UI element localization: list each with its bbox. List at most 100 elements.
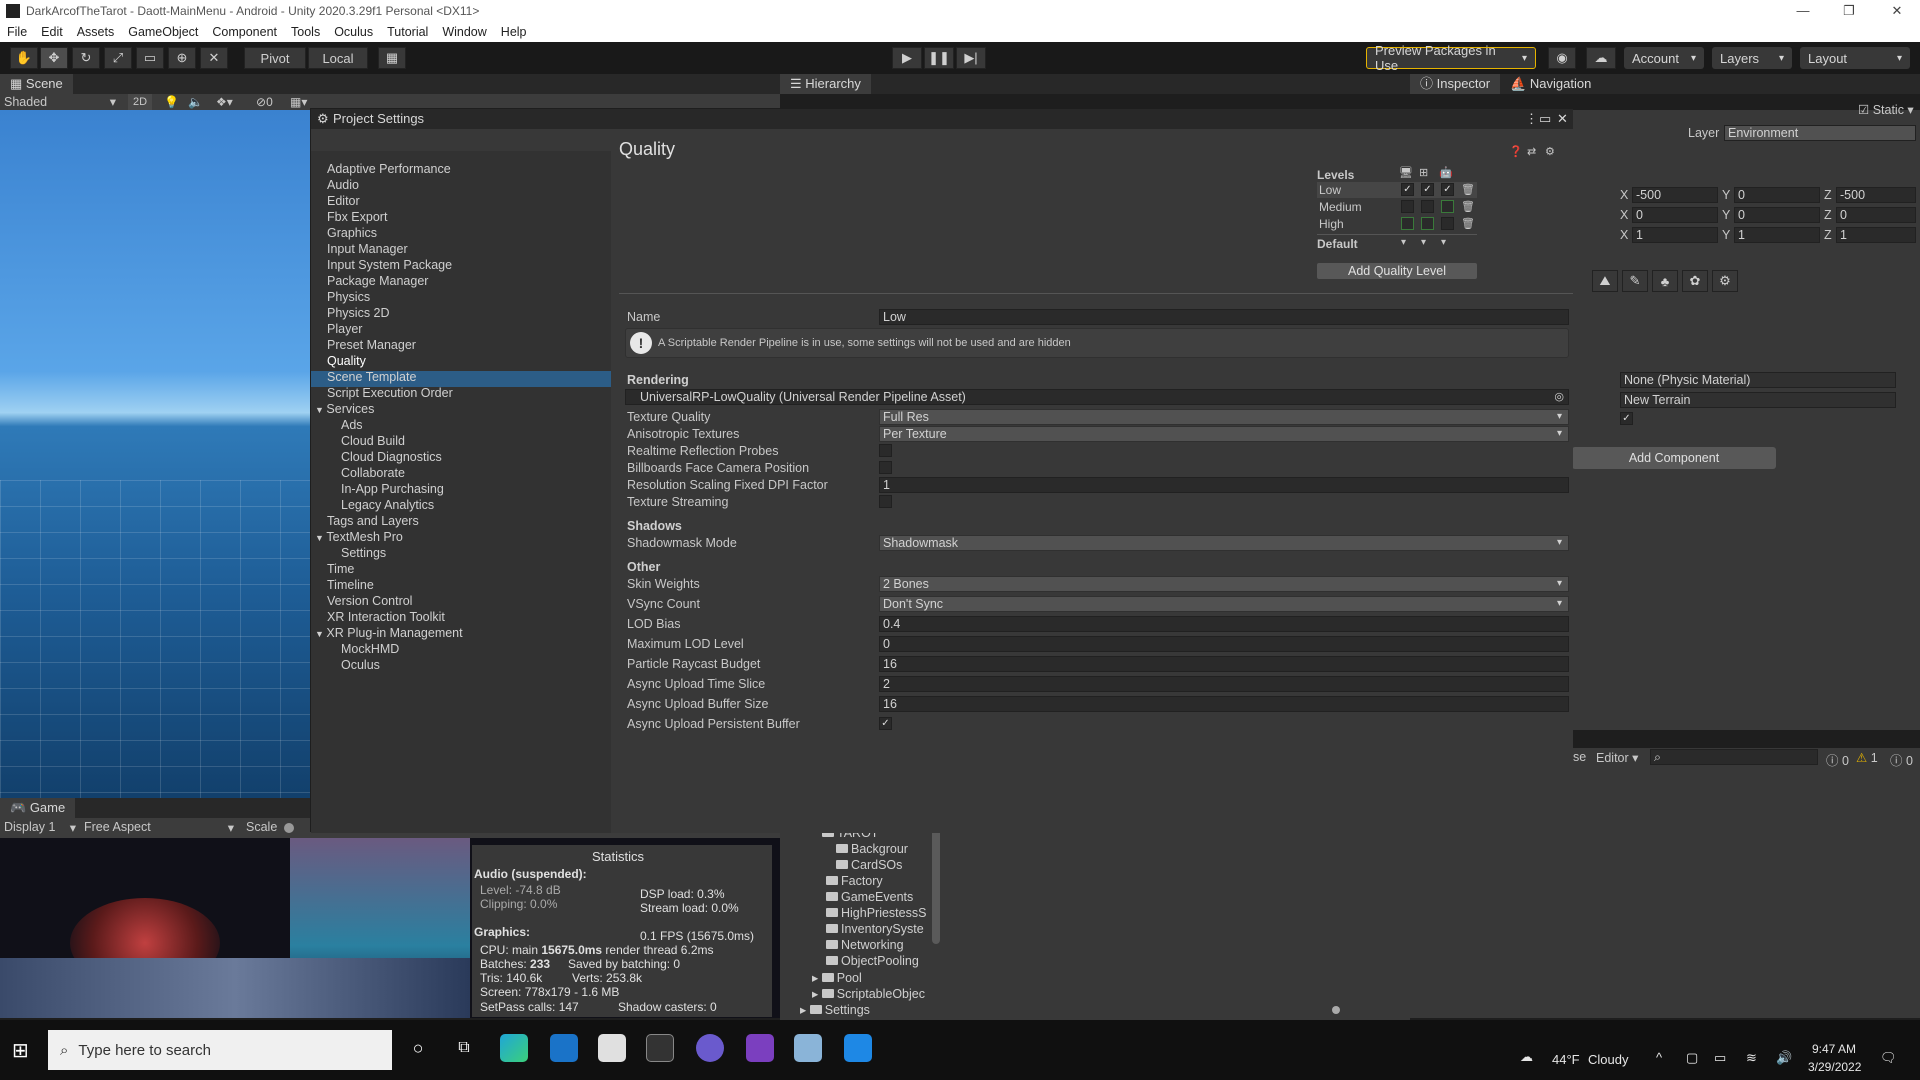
- async-buffer-size-field[interactable]: 16: [879, 696, 1569, 712]
- project-item-pool[interactable]: ▸ Pool: [812, 970, 862, 985]
- warning-count[interactable]: ⚠ 1: [1856, 750, 1878, 765]
- project-item-inventory[interactable]: InventorySyste: [826, 922, 924, 936]
- sidebar-item-adaptive-performance[interactable]: Adaptive Performance: [327, 161, 451, 177]
- grid-snap-icon[interactable]: ▦: [378, 47, 406, 69]
- clock-date[interactable]: 3/29/2022: [1808, 1060, 1861, 1074]
- scale-slider-handle[interactable]: [284, 823, 294, 833]
- level-checkbox[interactable]: [1401, 217, 1414, 230]
- delete-level-icon[interactable]: 🗑: [1461, 200, 1475, 213]
- sidebar-item-physics-2d[interactable]: Physics 2D: [327, 305, 390, 321]
- aspect-dropdown[interactable]: Free Aspect ▾: [84, 820, 234, 835]
- window-close-icon[interactable]: ✕: [1557, 111, 1568, 127]
- project-item-settings[interactable]: ▸ Settings: [800, 1002, 870, 1017]
- level-checkbox[interactable]: ✓: [1401, 183, 1414, 196]
- sidebar-item-player[interactable]: Player: [327, 321, 362, 337]
- sidebar-item-ads[interactable]: Ads: [341, 417, 363, 433]
- sidebar-item-graphics[interactable]: Graphics: [327, 225, 377, 241]
- sidebar-item-scene-template[interactable]: Scene Template: [327, 369, 416, 385]
- sidebar-item-xr-interaction-toolkit[interactable]: XR Interaction Toolkit: [327, 609, 445, 625]
- scale-y-field[interactable]: 1: [1734, 227, 1820, 243]
- account-dropdown[interactable]: Account: [1624, 47, 1704, 69]
- scale-z-field[interactable]: 1: [1836, 227, 1916, 243]
- rect-tool-icon[interactable]: ▭: [136, 47, 164, 69]
- menu-file[interactable]: File: [0, 25, 34, 39]
- rot-y-field[interactable]: 0: [1734, 207, 1820, 223]
- delete-level-icon[interactable]: 🗑: [1461, 183, 1475, 196]
- menu-tutorial[interactable]: Tutorial: [380, 25, 435, 39]
- object-picker-icon[interactable]: ◎: [1554, 390, 1564, 404]
- settings-gear-icon[interactable]: ⚙: [1545, 145, 1555, 158]
- sidebar-item-editor[interactable]: Editor: [327, 193, 360, 209]
- terrain-enabled-checkbox[interactable]: ✓: [1620, 412, 1633, 425]
- async-time-slice-field[interactable]: 2: [879, 676, 1569, 692]
- message-count[interactable]: ⓘ 0: [1890, 750, 1913, 769]
- shadowmask-dropdown[interactable]: Shadowmask: [879, 535, 1569, 551]
- discord-icon[interactable]: [696, 1034, 724, 1062]
- sidebar-item-input-manager[interactable]: Input Manager: [327, 241, 408, 257]
- sidebar-item-xr-plugin-management[interactable]: ▼ XR Plug-in Management: [315, 625, 463, 641]
- sidebar-item-collaborate[interactable]: Collaborate: [341, 465, 405, 481]
- default-dropdown-standalone[interactable]: ▾: [1401, 237, 1406, 248]
- hand-tool-icon[interactable]: ✋: [10, 47, 38, 69]
- console-search[interactable]: ⌕: [1650, 749, 1818, 765]
- collab-icon[interactable]: ◉: [1548, 47, 1576, 69]
- sidebar-item-textmesh-pro[interactable]: ▼ TextMesh Pro: [315, 529, 403, 545]
- menu-component[interactable]: Component: [205, 25, 284, 39]
- pause-button[interactable]: ❚❚: [924, 47, 954, 69]
- level-row-medium[interactable]: Medium 🗑: [1317, 199, 1477, 215]
- tray-chevron-icon[interactable]: ^: [1656, 1050, 1662, 1065]
- async-persistent-buffer-checkbox[interactable]: ✓: [879, 717, 892, 730]
- pos-z-field[interactable]: -500: [1836, 187, 1916, 203]
- scale-tool-icon[interactable]: ⤢: [104, 47, 132, 69]
- taskbar-search-input[interactable]: ⌕ Type here to search: [48, 1030, 392, 1070]
- sidebar-item-oculus[interactable]: Oculus: [341, 657, 380, 673]
- files-icon[interactable]: [794, 1034, 822, 1062]
- pos-y-field[interactable]: 0: [1734, 187, 1820, 203]
- project-item-factory[interactable]: Factory: [826, 874, 883, 888]
- menu-window[interactable]: Window: [435, 25, 493, 39]
- sidebar-item-tmp-settings[interactable]: Settings: [341, 545, 386, 561]
- menu-edit[interactable]: Edit: [34, 25, 70, 39]
- particle-raycast-field[interactable]: 16: [879, 656, 1569, 672]
- tab-game[interactable]: 🎮 Game: [0, 798, 76, 818]
- sidebar-item-preset-manager[interactable]: Preset Manager: [327, 337, 416, 353]
- notifications-icon[interactable]: 🗨: [1880, 1050, 1897, 1066]
- project-item-cardsos[interactable]: CardSOs: [836, 858, 902, 872]
- cloud-icon[interactable]: ☁: [1586, 47, 1616, 69]
- level-row-low[interactable]: Low ✓ ✓ ✓ 🗑: [1317, 182, 1477, 198]
- delete-level-icon[interactable]: 🗑: [1461, 217, 1475, 230]
- texture-streaming-checkbox[interactable]: [879, 495, 892, 508]
- project-item-background[interactable]: Backgrour: [836, 842, 908, 856]
- tab-navigation[interactable]: ⛵ Navigation: [1500, 74, 1602, 94]
- help-icon[interactable]: ❓: [1509, 145, 1523, 158]
- physic-material-field[interactable]: None (Physic Material): [1620, 372, 1896, 388]
- vsync-dropdown[interactable]: Don't Sync: [879, 596, 1569, 612]
- sidebar-item-audio[interactable]: Audio: [327, 177, 359, 193]
- shading-dropdown[interactable]: Shaded ▾: [4, 94, 116, 110]
- level-row-high[interactable]: High 🗑: [1317, 216, 1477, 232]
- tree-icon[interactable]: ♣: [1652, 270, 1678, 292]
- terrain-data-field[interactable]: New Terrain: [1620, 392, 1896, 408]
- menu-assets[interactable]: Assets: [70, 25, 122, 39]
- tab-scene[interactable]: ▦ Scene: [0, 74, 73, 94]
- sidebar-item-timeline[interactable]: Timeline: [327, 577, 374, 593]
- maximize-button[interactable]: ❐: [1826, 0, 1872, 22]
- local-toggle[interactable]: Local: [308, 47, 368, 69]
- layout-dropdown[interactable]: Layout: [1800, 47, 1910, 69]
- rotate-tool-icon[interactable]: ↻: [72, 47, 100, 69]
- 2d-toggle[interactable]: 2D: [128, 94, 152, 110]
- level-checkbox[interactable]: ✓: [1421, 183, 1434, 196]
- pos-x-field[interactable]: -500: [1632, 187, 1718, 203]
- audio-icon[interactable]: 🔈: [188, 94, 203, 110]
- grid-icon[interactable]: ▦▾: [290, 94, 307, 110]
- raise-terrain-icon[interactable]: ⛰: [1592, 270, 1618, 292]
- sidebar-item-tags-and-layers[interactable]: Tags and Layers: [327, 513, 419, 529]
- project-item-objectpooling[interactable]: ObjectPooling: [826, 954, 919, 968]
- preview-packages-dropdown[interactable]: Preview Packages in Use: [1366, 43, 1536, 73]
- transform-tool-icon[interactable]: ⊕: [168, 47, 196, 69]
- render-pipeline-asset-field[interactable]: UniversalRP-LowQuality (Universal Render…: [625, 389, 1569, 405]
- add-component-button[interactable]: Add Component: [1572, 447, 1776, 469]
- pivot-toggle[interactable]: Pivot: [244, 47, 306, 69]
- sidebar-item-services[interactable]: ▼ Services: [315, 401, 374, 417]
- sidebar-item-package-manager[interactable]: Package Manager: [327, 273, 428, 289]
